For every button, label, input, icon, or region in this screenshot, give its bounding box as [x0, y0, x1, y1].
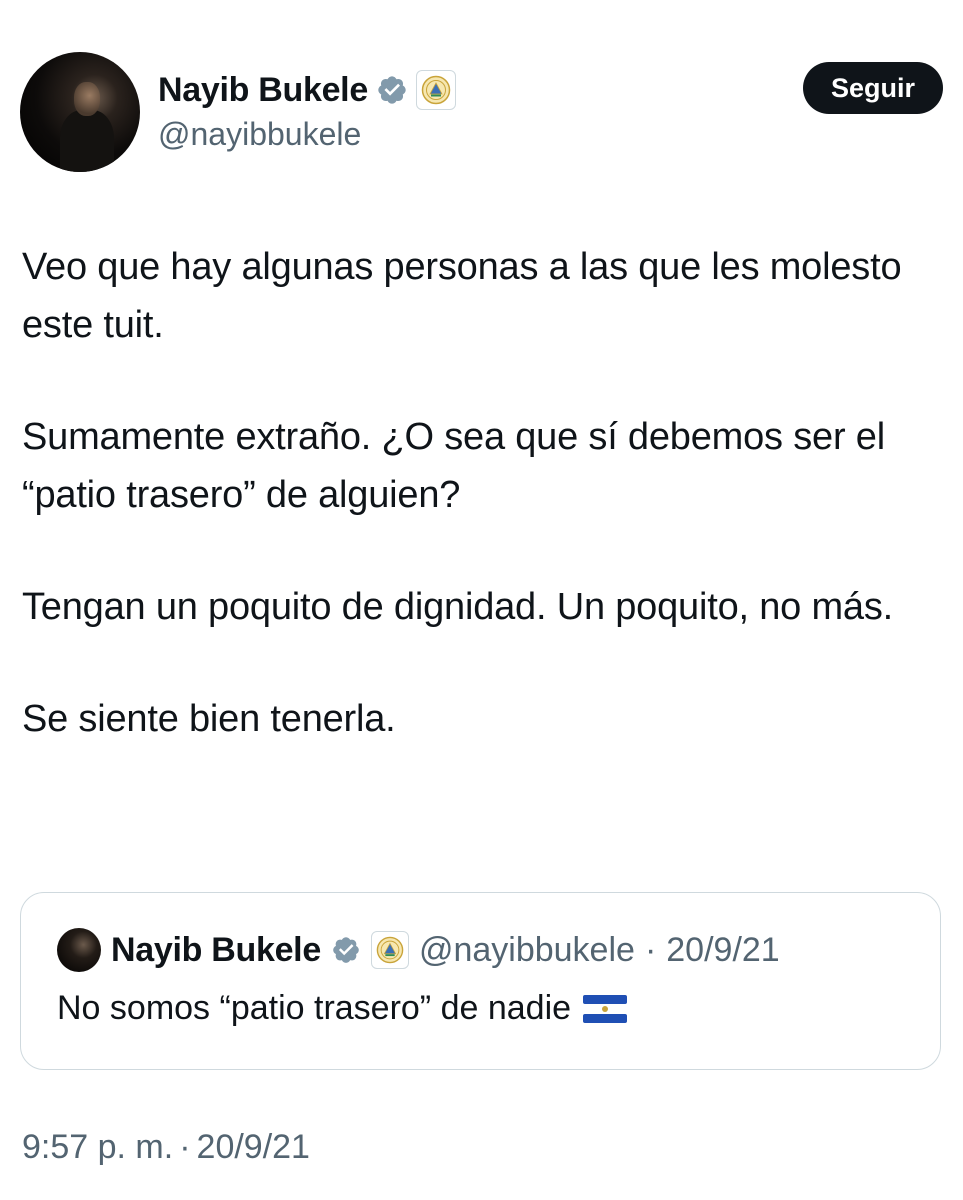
- quoted-date[interactable]: 20/9/21: [666, 931, 779, 970]
- tweet-header: Nayib Bukele @nayibbukele Seguir: [20, 52, 943, 174]
- avatar-figure-head: [74, 82, 100, 116]
- author-name-row: Nayib Bukele: [158, 66, 456, 114]
- avatar-figure-body: [60, 110, 114, 172]
- tweet: Nayib Bukele @nayibbukele Seguir Veo que…: [0, 0, 963, 1200]
- tweet-paragraph: Sumamente extraño. ¿O sea que sí debemos…: [22, 416, 885, 516]
- quoted-tweet-header: Nayib Bukele @nayibbukele · 20/9/21: [57, 927, 780, 973]
- el-salvador-coat-of-arms-icon[interactable]: [415, 70, 456, 110]
- tweet-paragraph: Veo que hay algunas personas a las que l…: [22, 246, 902, 346]
- quoted-tweet-text: No somos “patio trasero” de nadie: [57, 989, 628, 1028]
- avatar[interactable]: [20, 52, 140, 172]
- quoted-handle[interactable]: @nayibbukele: [419, 931, 635, 970]
- tweet-text: Veo que hay algunas personas a las que l…: [22, 238, 942, 802]
- coat-of-arms-graphic: [421, 75, 451, 105]
- quoted-tweet-card[interactable]: Nayib Bukele @nayibbukele · 20/9/21 No s…: [20, 892, 941, 1070]
- quoted-text: No somos “patio trasero” de nadie: [57, 989, 572, 1027]
- el-salvador-coat-of-arms-icon[interactable]: [370, 931, 409, 969]
- verified-badge-icon[interactable]: [376, 74, 408, 106]
- coat-of-arms-graphic: [376, 936, 404, 964]
- separator-dot: ·: [179, 1128, 191, 1166]
- quoted-avatar[interactable]: [57, 928, 101, 972]
- tweet-timestamp[interactable]: 9:57 p. m. · 20/9/21: [22, 1128, 310, 1167]
- author-handle[interactable]: @nayibbukele: [158, 116, 361, 153]
- tweet-paragraph: Se siente bien tenerla.: [22, 698, 396, 740]
- verified-badge-icon[interactable]: [331, 935, 361, 965]
- timestamp-time[interactable]: 9:57 p. m.: [22, 1128, 173, 1167]
- timestamp-date[interactable]: 20/9/21: [197, 1128, 310, 1167]
- quoted-display-name[interactable]: Nayib Bukele: [111, 931, 321, 970]
- separator-dot: ·: [644, 930, 657, 969]
- author-display-name[interactable]: Nayib Bukele: [158, 71, 368, 110]
- tweet-paragraph: Tengan un poquito de dignidad. Un poquit…: [22, 586, 893, 628]
- el-salvador-flag-icon: [583, 994, 628, 1023]
- follow-button[interactable]: Seguir: [802, 62, 943, 114]
